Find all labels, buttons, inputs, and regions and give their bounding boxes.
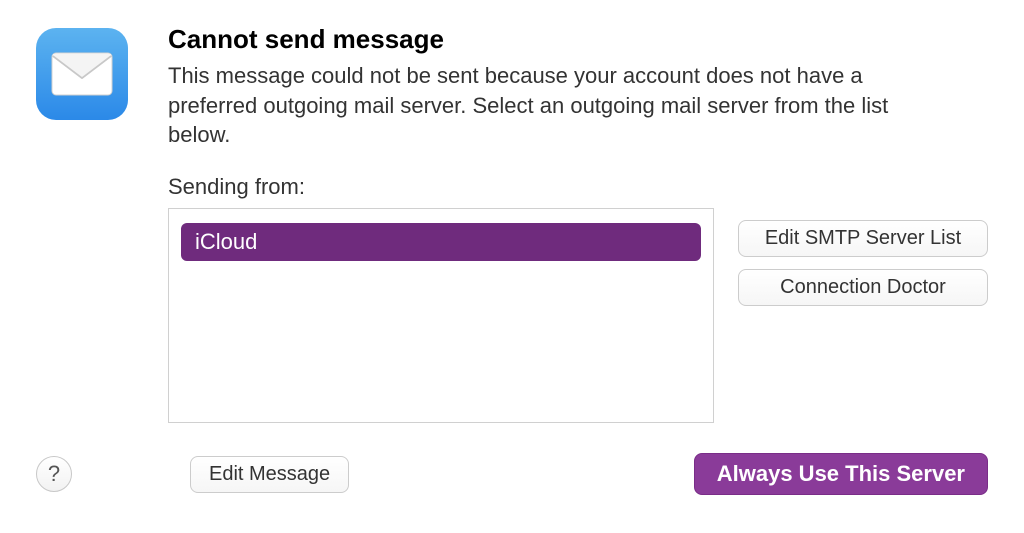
server-selection-row: iCloud Edit SMTP Server List Connection … <box>168 208 988 423</box>
edit-smtp-button[interactable]: Edit SMTP Server List <box>738 220 988 257</box>
dialog-header-row: Cannot send message This message could n… <box>36 24 988 423</box>
always-use-server-button[interactable]: Always Use This Server <box>694 453 988 495</box>
help-button[interactable]: ? <box>36 456 72 492</box>
edit-message-button[interactable]: Edit Message <box>190 456 349 493</box>
dialog-footer: ? Edit Message Always Use This Server <box>36 453 988 495</box>
cannot-send-dialog: Cannot send message This message could n… <box>0 0 1024 533</box>
server-item-icloud[interactable]: iCloud <box>181 223 701 261</box>
server-list[interactable]: iCloud <box>168 208 714 423</box>
dialog-title: Cannot send message <box>168 24 988 55</box>
dialog-content: Cannot send message This message could n… <box>168 24 988 423</box>
dialog-description: This message could not be sent because y… <box>168 61 928 150</box>
mail-app-icon <box>36 28 128 120</box>
side-buttons: Edit SMTP Server List Connection Doctor <box>738 208 988 306</box>
sending-from-label: Sending from: <box>168 174 988 200</box>
envelope-icon <box>51 52 113 96</box>
connection-doctor-button[interactable]: Connection Doctor <box>738 269 988 306</box>
